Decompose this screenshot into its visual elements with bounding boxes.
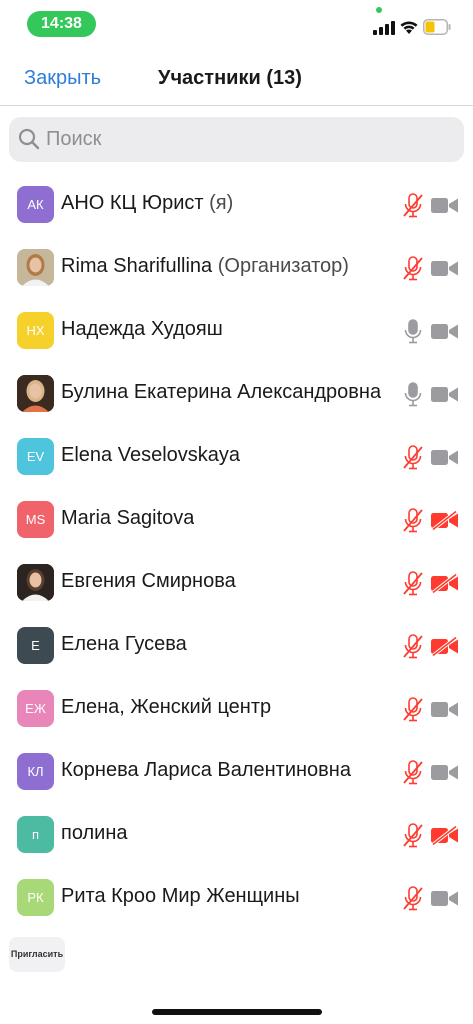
participant-name: Елена, Женский центр xyxy=(61,696,271,719)
participant-name-text: Elena Veselovskaya xyxy=(61,444,241,466)
participant-name: АНО КЦ Юрист (я) xyxy=(61,192,233,215)
status-bar: 14:38 xyxy=(0,0,473,46)
participant-name-text: полина xyxy=(61,822,128,844)
avatar xyxy=(17,375,54,412)
participant-name: Евгения Смирнова xyxy=(61,570,236,593)
status-time[interactable]: 14:38 xyxy=(27,11,96,37)
microphone-muted-icon[interactable] xyxy=(402,823,424,849)
video-camera-icon[interactable] xyxy=(431,889,458,908)
microphone-icon[interactable] xyxy=(402,382,424,408)
participant-row[interactable]: АК АНО КЦ Юрист (я) xyxy=(0,174,473,237)
participant-row[interactable]: Rima Sharifullina (Организатор) xyxy=(0,237,473,300)
avatar: MS xyxy=(17,501,54,538)
home-indicator[interactable] xyxy=(152,1009,322,1015)
participant-role: (Организатор) xyxy=(217,255,349,277)
participant-row[interactable]: КЛ Корнева Лариса Валентиновна xyxy=(0,741,473,804)
avatar xyxy=(17,249,54,286)
microphone-muted-icon[interactable] xyxy=(402,571,424,597)
microphone-muted-icon[interactable] xyxy=(402,445,424,471)
participant-name-text: Maria Sagitova xyxy=(61,507,195,529)
video-camera-icon[interactable] xyxy=(431,196,458,215)
close-button[interactable]: Закрыть xyxy=(24,67,101,90)
participant-name: Рита Кроо Мир Женщины xyxy=(61,885,300,908)
avatar: РК xyxy=(17,879,54,916)
participant-list: АК АНО КЦ Юрист (я) Rima Sharifullina (Орг… xyxy=(0,174,473,930)
participant-row[interactable]: п полина xyxy=(0,804,473,867)
participant-row[interactable]: РК Рита Кроо Мир Женщины xyxy=(0,867,473,930)
microphone-muted-icon[interactable] xyxy=(402,886,424,912)
microphone-muted-icon[interactable] xyxy=(402,697,424,723)
participant-name-text: Евгения Смирнова xyxy=(61,570,236,592)
avatar: АК xyxy=(17,186,54,223)
microphone-muted-icon[interactable] xyxy=(402,634,424,660)
battery-icon xyxy=(423,19,451,35)
participant-row[interactable]: Е Елена Гусева xyxy=(0,615,473,678)
participant-name: Булина Екатерина Александровна xyxy=(61,381,381,404)
participant-name-text: Елена, Женский центр xyxy=(61,696,272,718)
microphone-icon[interactable] xyxy=(402,319,424,345)
video-camera-icon[interactable] xyxy=(431,448,458,467)
participant-name-text: АНО КЦ Юрист xyxy=(61,192,204,214)
video-camera-icon[interactable] xyxy=(431,259,458,278)
video-camera-icon[interactable] xyxy=(431,763,458,782)
video-off-icon[interactable] xyxy=(431,825,458,846)
participant-name: Rima Sharifullina (Организатор) xyxy=(61,255,349,278)
video-off-icon[interactable] xyxy=(431,573,458,594)
participant-row[interactable]: ЕЖ Елена, Женский центр xyxy=(0,678,473,741)
page-title: Участники (13) xyxy=(158,67,302,89)
video-off-icon[interactable] xyxy=(431,510,458,531)
avatar: КЛ xyxy=(17,753,54,790)
avatar: EV xyxy=(17,438,54,475)
video-off-icon[interactable] xyxy=(431,636,458,657)
video-camera-icon[interactable] xyxy=(431,385,458,404)
participant-name: полина xyxy=(61,822,128,845)
participant-row[interactable]: НХ Надежда Худояш xyxy=(0,300,473,363)
wifi-icon xyxy=(400,21,418,34)
microphone-muted-icon[interactable] xyxy=(402,193,424,219)
navigation-bar: Закрыть Участники (13) xyxy=(0,52,473,106)
participant-name-text: Корнева Лариса Валентиновна xyxy=(61,759,351,781)
participant-name-text: Рита Кроо Мир Женщины xyxy=(61,885,300,907)
participant-name-text: Елена Гусева xyxy=(61,633,187,655)
search-field[interactable] xyxy=(9,117,464,162)
avatar: Е xyxy=(17,627,54,664)
participant-name: Корнева Лариса Валентиновна xyxy=(61,759,351,782)
participant-name-text: Rima Sharifullina xyxy=(61,255,213,277)
cellular-signal-icon xyxy=(373,21,395,35)
search-icon xyxy=(18,128,40,150)
avatar: НХ xyxy=(17,312,54,349)
participant-name: Елена Гусева xyxy=(61,633,187,656)
participant-name: Maria Sagitova xyxy=(61,507,194,530)
participant-role: (я) xyxy=(209,192,234,214)
participant-name-text: Надежда Худояш xyxy=(61,318,223,340)
microphone-muted-icon[interactable] xyxy=(402,760,424,786)
microphone-muted-icon[interactable] xyxy=(402,508,424,534)
participant-row[interactable]: Булина Екатерина Александровна xyxy=(0,363,473,426)
search-input[interactable] xyxy=(46,117,446,162)
participant-row[interactable]: EV Elena Veselovskaya xyxy=(0,426,473,489)
avatar: ЕЖ xyxy=(17,690,54,727)
video-camera-icon[interactable] xyxy=(431,322,458,341)
participant-row[interactable]: Евгения Смирнова xyxy=(0,552,473,615)
avatar xyxy=(17,564,54,601)
video-camera-icon[interactable] xyxy=(431,700,458,719)
privacy-indicator-dot xyxy=(376,7,382,13)
participant-row[interactable]: MS Maria Sagitova xyxy=(0,489,473,552)
participant-name: Надежда Худояш xyxy=(61,318,223,341)
invite-button[interactable]: Пригласить xyxy=(9,937,65,972)
participant-name: Elena Veselovskaya xyxy=(61,444,240,467)
avatar: п xyxy=(17,816,54,853)
microphone-muted-icon[interactable] xyxy=(402,256,424,282)
participant-name-text: Булина Екатерина Александровна xyxy=(61,381,382,403)
